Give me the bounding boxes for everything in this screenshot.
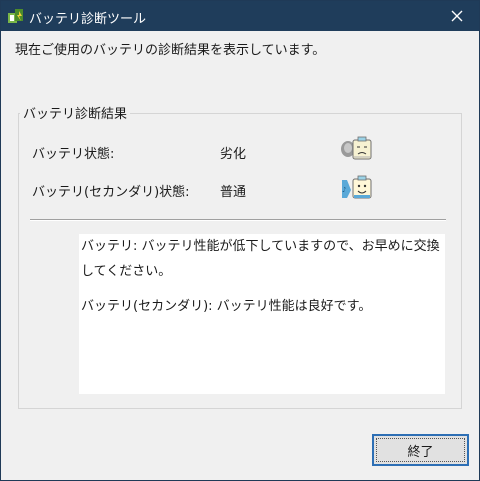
battery-normal-icon: ♪ bbox=[342, 175, 372, 199]
window-title: バッテリ診断ツール bbox=[29, 12, 147, 27]
title-bar: バッテリ診断ツール bbox=[1, 1, 479, 31]
focus-rect bbox=[376, 438, 465, 462]
dialog-window: バッテリ診断ツール 現在ご使用のバッテリの診断結果を表示しています。 バッテリ診… bbox=[0, 0, 480, 481]
secondary-battery-status-value: 普通 bbox=[220, 185, 247, 200]
svg-text:♪: ♪ bbox=[342, 186, 346, 194]
secondary-battery-status-label: バッテリ(セカンダリ)状態: bbox=[32, 185, 190, 200]
intro-text: 現在ご使用のバッテリの診断結果を表示しています。 bbox=[15, 43, 326, 58]
battery-degraded-icon bbox=[341, 136, 372, 160]
message-box: バッテリ: バッテリ性能が低下していますので、お早めに交換してください。 バッテ… bbox=[79, 234, 445, 394]
separator-line bbox=[30, 219, 446, 221]
battery-status-label: バッテリ状態: bbox=[32, 147, 115, 162]
message-line-secondary: バッテリ(セカンダリ): バッテリ性能は良好です。 bbox=[81, 299, 372, 314]
close-button[interactable] bbox=[435, 1, 479, 31]
battery-status-value: 劣化 bbox=[220, 147, 247, 162]
app-icon bbox=[8, 9, 23, 23]
message-line-primary: バッテリ: バッテリ性能が低下していますので、お早めに交換してください。 bbox=[81, 239, 440, 279]
close-icon bbox=[451, 10, 463, 22]
groupbox-label: バッテリ診断結果 bbox=[20, 103, 131, 122]
exit-button[interactable]: 終了 bbox=[372, 434, 469, 466]
